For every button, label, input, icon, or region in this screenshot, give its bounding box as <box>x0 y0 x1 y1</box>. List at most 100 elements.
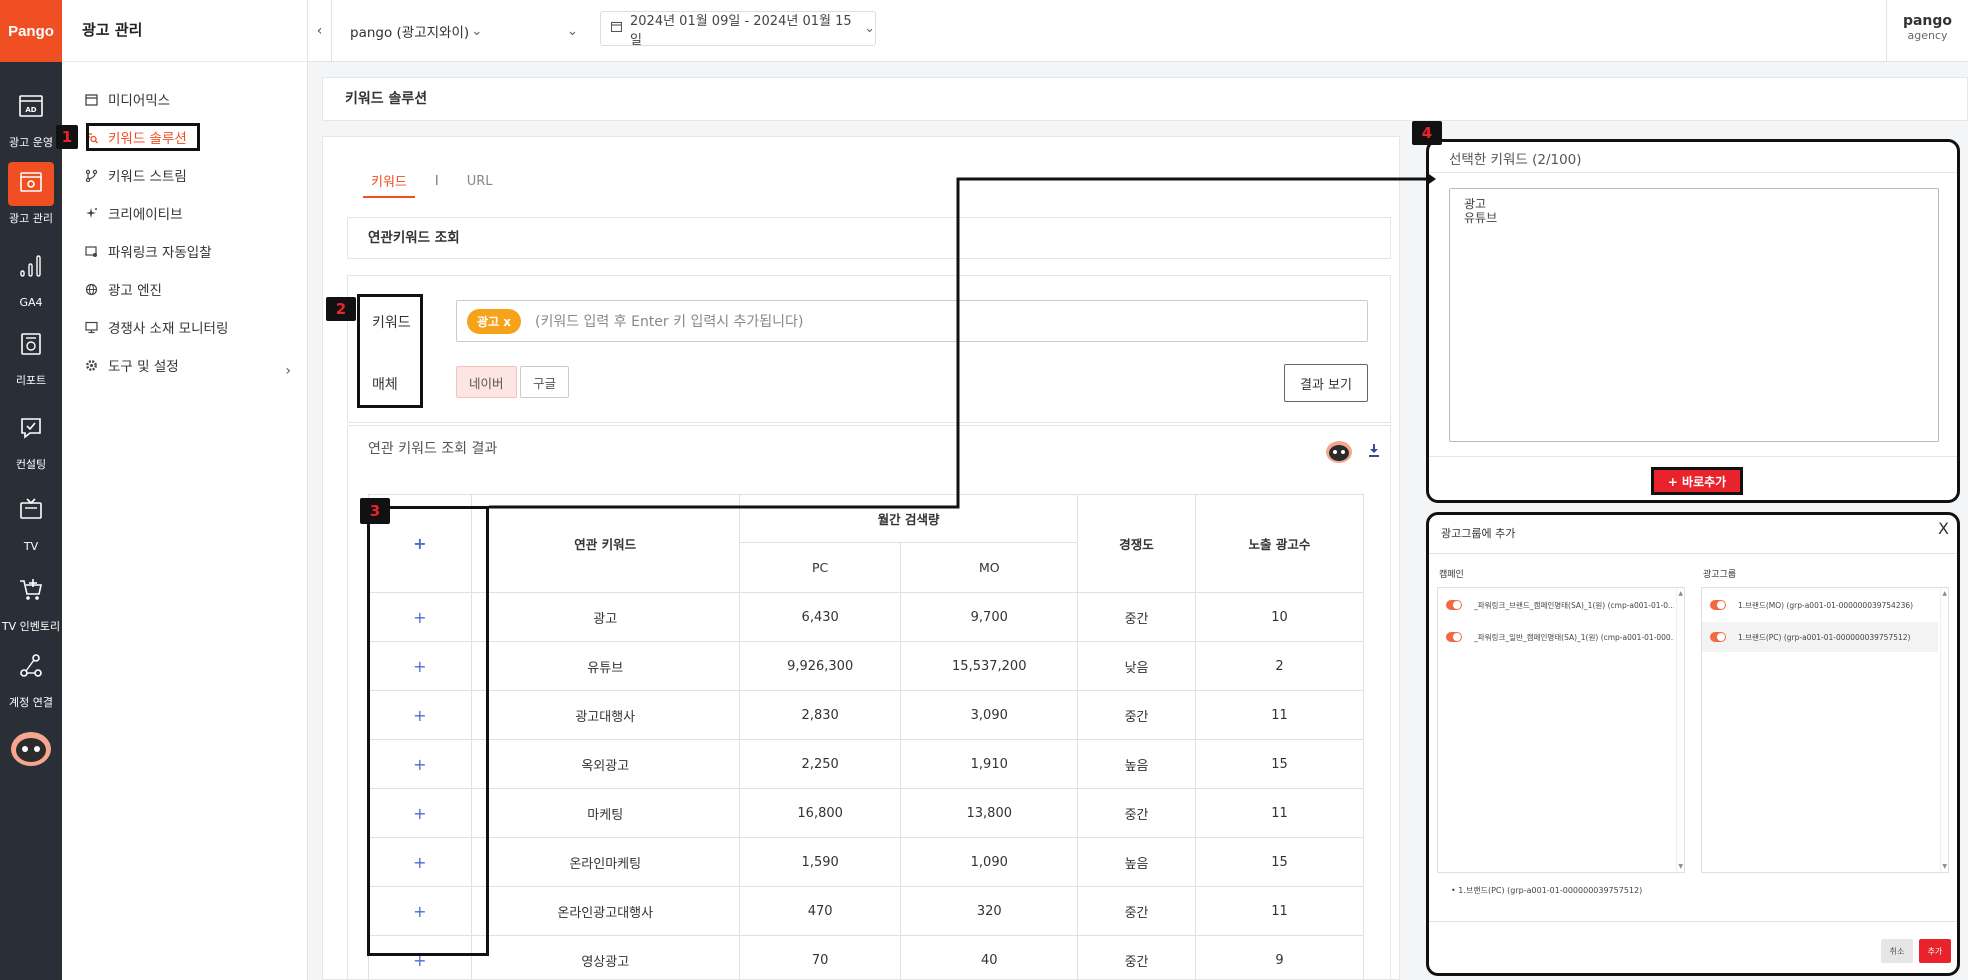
download-icon[interactable] <box>1366 442 1382 458</box>
mo-cell: 40 <box>900 935 1079 980</box>
rail-label: TV <box>23 540 39 553</box>
nav-item-tools-settings[interactable]: 도구 및 설정 <box>84 352 179 378</box>
campaign-row[interactable]: _파워링크_브랜드_캠페인명태(SA)_1(원) (cmp-a001-01-0.… <box>1438 590 1674 620</box>
campaign-toggle[interactable] <box>1446 632 1462 642</box>
window-gear-icon <box>20 172 42 192</box>
rail-item-ad-management[interactable]: 광고 관리 <box>0 162 62 226</box>
collapse-sidebar-button[interactable]: ‹ <box>308 0 332 62</box>
tv-icon <box>20 498 42 519</box>
tab-separator: I <box>434 174 439 189</box>
adgroup-toggle[interactable] <box>1710 632 1726 642</box>
selected-keywords-textarea[interactable]: 광고 유튜브 <box>1449 188 1939 442</box>
brand-name: pango <box>1902 13 1953 29</box>
adgroup-list: 1.브랜드(MO) (grp-a001-01-000000039754236) … <box>1701 587 1949 873</box>
auto-bid-icon <box>84 244 98 258</box>
annotation-box-1 <box>86 123 200 151</box>
media-naver-button[interactable]: 네이버 <box>456 366 517 398</box>
bar-chart-icon <box>20 255 41 277</box>
mo-cell: 1,090 <box>900 837 1079 887</box>
column-header: 월간 검색량 <box>738 494 1079 543</box>
keyword-chip[interactable]: 광고 x <box>467 308 521 334</box>
add-now-button[interactable]: + 바로추가 <box>1651 467 1743 495</box>
rail-item-tv[interactable]: TV <box>0 490 62 554</box>
adgroup-row[interactable]: 1.브랜드(MO) (grp-a001-01-000000039754236) <box>1702 590 1938 620</box>
globe-icon <box>84 282 98 296</box>
annotation-marker-2: 2 <box>326 297 356 321</box>
table-row: + 온라인광고대행사 470 320 중간 11 <box>368 886 1365 936</box>
chevron-right-icon[interactable]: › <box>285 363 291 379</box>
tab-keyword[interactable]: 키워드 <box>363 171 415 198</box>
adgroup-toggle[interactable] <box>1710 600 1726 610</box>
pc-cell: 9,926,300 <box>738 641 902 691</box>
rail-item-ad-operation[interactable]: AD 광고 운영 <box>0 86 62 150</box>
search-form: 키워드 매체 광고 x (키워드 입력 후 Enter 키 입력시 추가됩니다)… <box>347 275 1391 423</box>
nav-item-media-mix[interactable]: 미디어믹스 <box>84 86 170 112</box>
rail-item-account-link[interactable]: 계정 연결 <box>0 646 62 710</box>
rail-item-ga4[interactable]: GA4 <box>0 246 62 310</box>
view-results-button[interactable]: 결과 보기 <box>1284 364 1368 402</box>
nav-item-powerlink-autobid[interactable]: 파워링크 자동입찰 <box>84 238 212 264</box>
rail-item-consulting[interactable]: 컨설팅 <box>0 408 62 472</box>
competition-cell: 높음 <box>1077 837 1196 887</box>
agency-badge[interactable]: pango agency <box>1886 0 1968 62</box>
nav-item-label: 광고 엔진 <box>108 283 162 299</box>
annotation-marker-1: 1 <box>56 125 78 149</box>
scroll-down-icon[interactable]: ▼ <box>1678 863 1683 870</box>
annotation-box-3 <box>367 506 489 956</box>
pc-cell: 6,430 <box>738 592 902 642</box>
sparkle-icon <box>84 206 98 220</box>
nav-item-keyword-stream[interactable]: 키워드 스트림 <box>84 162 187 188</box>
competition-cell: 낮음 <box>1077 641 1196 691</box>
adgroup-scrollbar[interactable]: ▲ ▼ <box>1940 588 1948 872</box>
nav-item-label: 경쟁사 소재 모니터링 <box>108 321 229 337</box>
nav-item-competitor-monitoring[interactable]: 경쟁사 소재 모니터링 <box>84 314 228 340</box>
nav-item-creative[interactable]: 크리에이티브 <box>84 200 183 226</box>
add-button[interactable]: 추가 <box>1919 939 1951 963</box>
campaign-scrollbar[interactable]: ▲ ▼ <box>1676 588 1684 872</box>
chevron-left-icon: ‹ <box>316 23 323 39</box>
selected-keywords-title: 선택한 키워드 (2/100) <box>1449 152 1582 168</box>
adgroup-row[interactable]: 1.브랜드(PC) (grp-a001-01-000000039757512) <box>1702 622 1938 652</box>
ad-icon: AD <box>19 95 43 117</box>
media-google-button[interactable]: 구글 <box>520 366 570 398</box>
column-header: 연관 키워드 <box>470 494 740 593</box>
annotation-marker-3: 3 <box>360 498 390 524</box>
pc-cell: 470 <box>738 886 902 936</box>
account-selector[interactable]: pango (광고지와이) ⌄ ⌄ <box>350 18 578 44</box>
rail-item-tv-inventory[interactable]: TV 인벤토리 <box>0 570 62 634</box>
keyword-cell: 옥외광고 <box>470 739 740 789</box>
rail-label: 리포트 <box>15 374 47 387</box>
competition-cell: 중간 <box>1077 886 1196 936</box>
page-title: 키워드 솔루션 <box>322 77 1968 121</box>
scroll-up-icon[interactable]: ▲ <box>1678 590 1683 597</box>
selected-keywords-panel: 선택한 키워드 (2/100) 광고 유튜브 + 바로추가 <box>1426 139 1960 503</box>
table-row: + 옥외광고 2,250 1,910 높음 15 <box>368 739 1365 789</box>
campaign-toggle[interactable] <box>1446 600 1462 610</box>
cancel-button[interactable]: 취소 <box>1881 939 1913 963</box>
ads-cell: 2 <box>1194 641 1365 691</box>
nav-item-ad-engine[interactable]: 광고 엔진 <box>84 276 162 302</box>
adgroup-name: 1.브랜드(MO) (grp-a001-01-000000039754236) <box>1738 600 1914 610</box>
scroll-down-icon[interactable]: ▼ <box>1942 863 1947 870</box>
close-icon[interactable]: X <box>1938 519 1949 538</box>
nav-item-label: 도구 및 설정 <box>108 359 179 375</box>
competition-cell: 높음 <box>1077 739 1196 789</box>
date-range-picker[interactable]: 2024년 01월 09일 - 2024년 01월 15일 ⌄ <box>600 11 876 48</box>
campaign-row[interactable]: _파워링크_일반_캠페인명태(SA)_1(원) (cmp-a001-01-000… <box>1438 622 1674 652</box>
adgroup-name: 1.브랜드(PC) (grp-a001-01-000000039757512) <box>1738 632 1911 642</box>
keyword-cell: 광고대행사 <box>470 690 740 740</box>
annotation-box-2 <box>357 294 423 408</box>
mo-cell: 9,700 <box>900 592 1079 642</box>
pc-cell: 16,800 <box>738 788 902 838</box>
rail-item-report[interactable]: 리포트 <box>0 324 62 388</box>
brand-type: agency <box>1907 29 1948 42</box>
robot-avatar-icon[interactable] <box>9 728 53 768</box>
robot-icon[interactable] <box>1324 438 1354 464</box>
pango-logo[interactable]: Pango <box>0 0 62 62</box>
keyword-table: + 연관 키워드 월간 검색량 경쟁도 노출 광고수 PC MO + 광고 6,… <box>368 494 1365 980</box>
tab-url[interactable]: URL <box>459 174 501 195</box>
competition-cell: 중간 <box>1077 690 1196 740</box>
keyword-cell: 영상광고 <box>470 935 740 980</box>
scroll-up-icon[interactable]: ▲ <box>1942 590 1947 597</box>
keyword-input[interactable]: 광고 x (키워드 입력 후 Enter 키 입력시 추가됩니다) <box>456 300 1368 342</box>
